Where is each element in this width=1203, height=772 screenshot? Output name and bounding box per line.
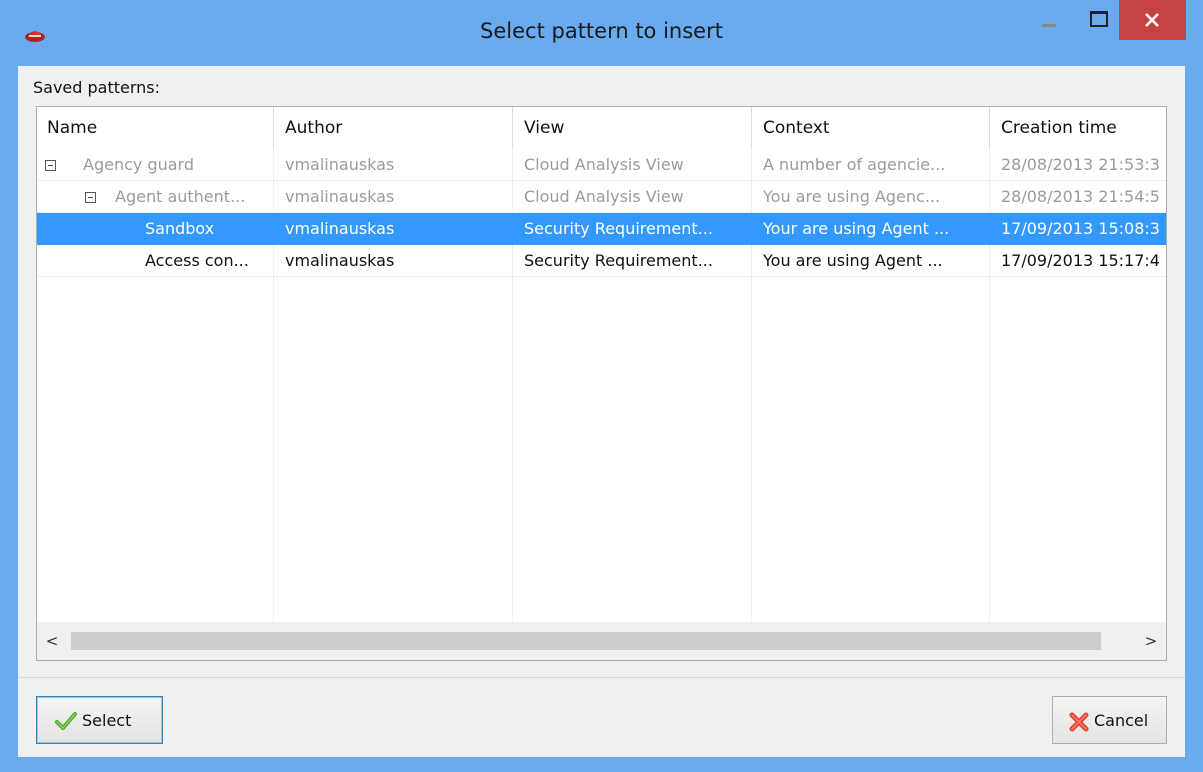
horizontal-scrollbar[interactable]: < > bbox=[37, 622, 1166, 660]
column-divider bbox=[512, 107, 513, 147]
list-header: Name Author View Context Creation time bbox=[37, 107, 1166, 147]
cancel-button-label: Cancel bbox=[1094, 711, 1149, 730]
minimize-button[interactable] bbox=[1028, 0, 1068, 40]
cancel-x-icon bbox=[1069, 712, 1089, 732]
minimize-icon bbox=[1042, 24, 1056, 27]
maximize-button[interactable] bbox=[1078, 0, 1118, 40]
footer-divider bbox=[18, 677, 1185, 678]
saved-patterns-label: Saved patterns: bbox=[33, 78, 161, 97]
table-row[interactable]: Access con... vmalinauskas Security Requ… bbox=[37, 245, 1166, 277]
patterns-list[interactable]: Name Author View Context Creation time A… bbox=[36, 106, 1167, 661]
column-header-context[interactable]: Context bbox=[753, 107, 989, 147]
column-divider bbox=[273, 107, 274, 147]
dialog-client-area: Saved patterns: Name Author View Context… bbox=[18, 66, 1185, 757]
close-button[interactable] bbox=[1119, 0, 1186, 40]
cell-view: Cloud Analysis View bbox=[524, 155, 684, 174]
cell-view: Cloud Analysis View bbox=[524, 187, 684, 206]
cancel-button[interactable]: Cancel bbox=[1052, 696, 1167, 744]
cell-creation-time: 28/08/2013 21:54:5 bbox=[1001, 187, 1160, 206]
scrollbar-thumb[interactable] bbox=[71, 632, 1101, 650]
table-row[interactable]: Agent authent... vmalinauskas Cloud Anal… bbox=[37, 181, 1166, 213]
column-header-author[interactable]: Author bbox=[275, 107, 512, 147]
cell-context: You are using Agenc... bbox=[763, 187, 941, 206]
cell-context: You are using Agent ... bbox=[763, 251, 943, 270]
column-divider bbox=[751, 107, 752, 147]
scroll-left-button[interactable]: < bbox=[37, 622, 67, 660]
row-divider bbox=[37, 276, 1166, 277]
cell-name: Agent authent... bbox=[115, 187, 246, 206]
column-header-view[interactable]: View bbox=[514, 107, 751, 147]
cell-context: A number of agencie... bbox=[763, 155, 946, 174]
cell-creation-time: 17/09/2013 15:17:4 bbox=[1001, 251, 1160, 270]
table-row-selected[interactable]: Sandbox vmalinauskas Security Requiremen… bbox=[37, 213, 1166, 245]
cell-name: Agency guard bbox=[83, 155, 194, 174]
cell-author: vmalinauskas bbox=[285, 187, 395, 206]
column-header-creation-time[interactable]: Creation time bbox=[991, 107, 1166, 147]
select-button-label: Select bbox=[82, 711, 132, 730]
cell-name: Sandbox bbox=[145, 219, 215, 238]
cell-creation-time: 17/09/2013 15:08:3 bbox=[1001, 219, 1160, 238]
cell-creation-time: 28/08/2013 21:53:3 bbox=[1001, 155, 1160, 174]
maximize-icon bbox=[1090, 11, 1108, 27]
table-row[interactable]: Agency guard vmalinauskas Cloud Analysis… bbox=[37, 149, 1166, 181]
cell-author: vmalinauskas bbox=[285, 219, 395, 238]
title-bar[interactable]: Select pattern to insert bbox=[0, 0, 1203, 66]
collapse-icon[interactable] bbox=[85, 192, 96, 203]
scroll-right-button[interactable]: > bbox=[1136, 622, 1166, 660]
column-divider bbox=[989, 107, 990, 147]
cell-view: Security Requirement... bbox=[524, 251, 713, 270]
column-header-name[interactable]: Name bbox=[37, 107, 273, 147]
cell-view: Security Requirement... bbox=[524, 219, 713, 238]
window-title: Select pattern to insert bbox=[480, 19, 723, 43]
close-icon bbox=[1145, 13, 1159, 27]
cell-author: vmalinauskas bbox=[285, 155, 395, 174]
collapse-icon[interactable] bbox=[45, 160, 56, 171]
select-button[interactable]: Select bbox=[36, 696, 163, 744]
cell-author: vmalinauskas bbox=[285, 251, 395, 270]
cell-name: Access con... bbox=[145, 251, 249, 270]
cell-context: Your are using Agent ... bbox=[763, 219, 950, 238]
dialog-window: Select pattern to insert Saved patterns:… bbox=[0, 0, 1203, 772]
checkmark-icon bbox=[55, 712, 77, 730]
